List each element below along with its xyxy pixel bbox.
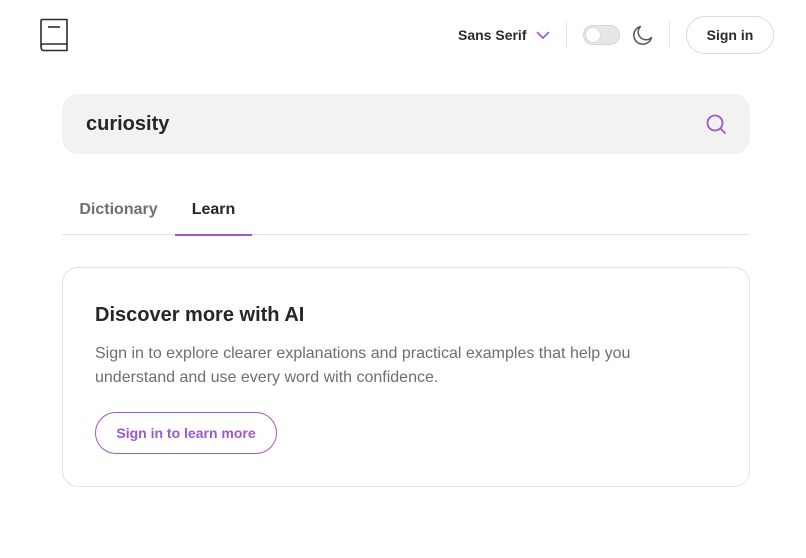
chevron-down-icon [537, 31, 550, 39]
search-input[interactable] [86, 94, 676, 154]
search-bar [62, 94, 750, 154]
top-header: Sans Serif Sign in [0, 0, 806, 70]
toggle-knob [586, 28, 600, 42]
sign-in-to-learn-button[interactable]: Sign in to learn more [95, 412, 277, 454]
sign-in-button[interactable]: Sign in [686, 16, 774, 54]
font-family-value: Sans Serif [458, 27, 527, 43]
ai-promo-card: Discover more with AI Sign in to explore… [62, 267, 750, 487]
active-tab-indicator [175, 234, 252, 236]
search-icon[interactable] [704, 112, 728, 136]
moon-icon[interactable] [631, 23, 655, 47]
header-divider [669, 22, 670, 48]
book-icon[interactable] [39, 18, 69, 52]
tab-bar: Dictionary Learn [62, 190, 750, 236]
card-description: Sign in to explore clearer explanations … [95, 345, 631, 386]
card-title: Discover more with AI [95, 304, 305, 326]
header-divider [566, 22, 567, 48]
font-family-select[interactable]: Sans Serif [458, 24, 550, 46]
tab-label: Dictionary [79, 201, 158, 218]
tab-label: Learn [191, 201, 236, 218]
theme-toggle[interactable] [583, 25, 620, 45]
tab-dictionary[interactable]: Dictionary [62, 190, 175, 235]
tab-learn[interactable]: Learn [175, 190, 252, 236]
